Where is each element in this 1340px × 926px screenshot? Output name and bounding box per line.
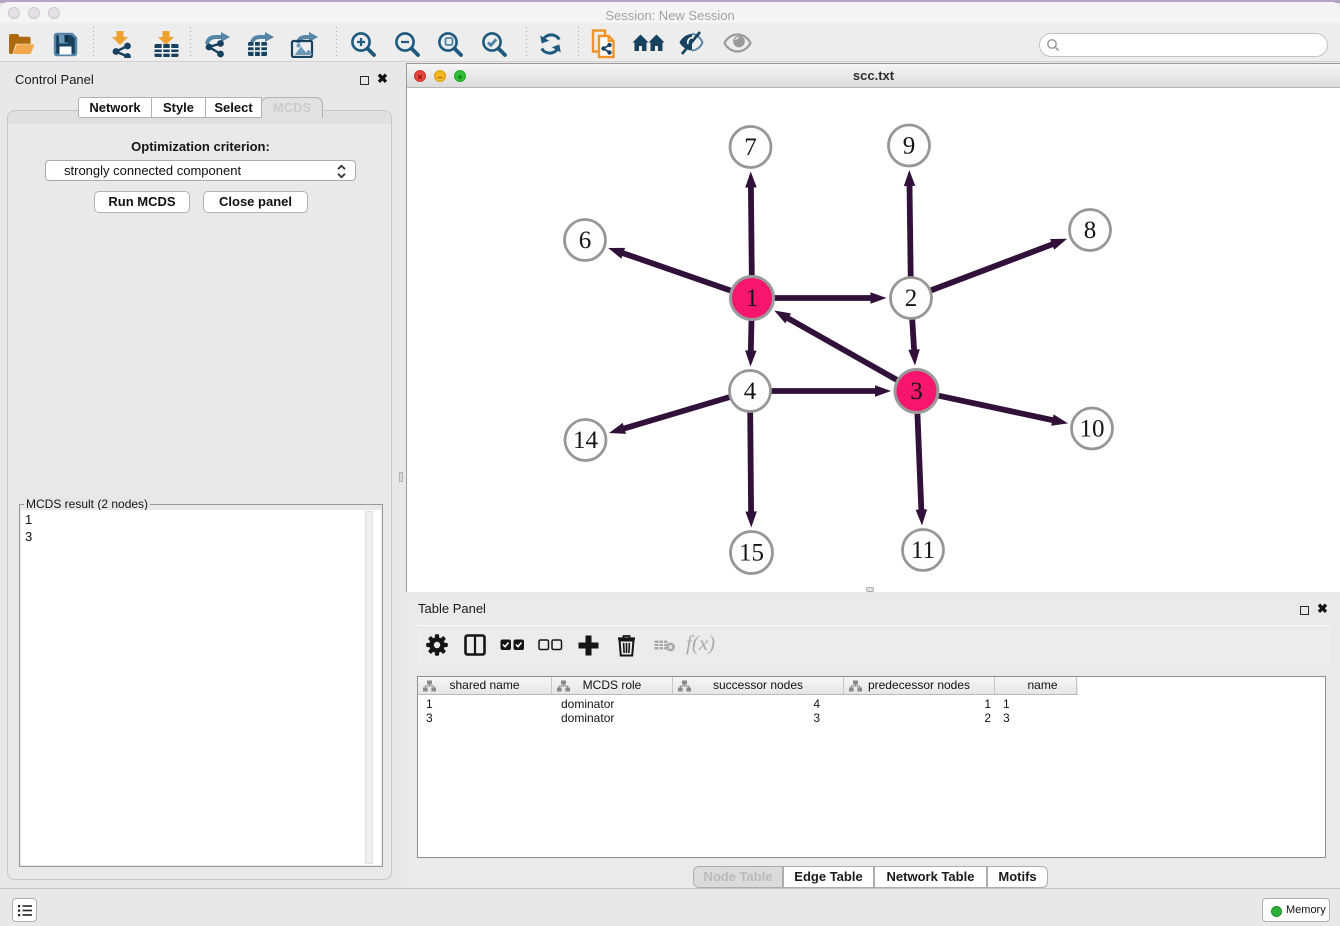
svg-text:15: 15: [739, 540, 764, 567]
svg-text:9: 9: [903, 133, 916, 160]
svg-text:11: 11: [911, 537, 935, 564]
svg-text:2: 2: [905, 285, 918, 312]
svg-text:3: 3: [910, 378, 923, 405]
svg-text:10: 10: [1080, 416, 1105, 443]
svg-text:14: 14: [573, 427, 599, 454]
svg-text:8: 8: [1084, 217, 1097, 244]
svg-text:7: 7: [744, 134, 757, 161]
svg-text:6: 6: [579, 227, 592, 254]
svg-text:4: 4: [744, 378, 757, 405]
svg-text:1: 1: [746, 285, 759, 312]
